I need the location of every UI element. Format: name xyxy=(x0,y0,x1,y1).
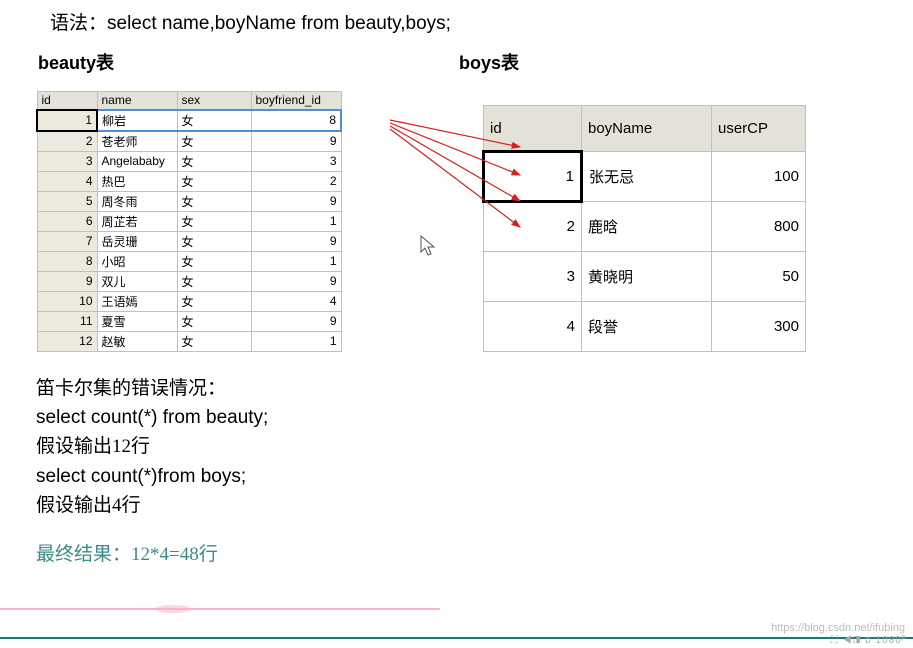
table-row: 5周冬雨女9 xyxy=(37,191,341,211)
table-row: 4热巴女2 xyxy=(37,171,341,191)
col-id: id xyxy=(484,106,582,152)
divider-teal xyxy=(0,637,913,639)
table-row: 8小昭女1 xyxy=(37,251,341,271)
table-row: 4段誉300 xyxy=(484,301,806,351)
col-name: name xyxy=(97,92,177,110)
table-header-row: id name sex boyfriend_id xyxy=(37,92,341,110)
table-row: 3黄晓明50 xyxy=(484,251,806,301)
final-result-line: 最终结果：12*4=48行 xyxy=(36,539,913,566)
col-usercp: userCP xyxy=(712,106,806,152)
col-id: id xyxy=(37,92,97,110)
col-sex: sex xyxy=(177,92,251,110)
table-row: 6周芷若女1 xyxy=(37,211,341,231)
table-row: 1张无忌100 xyxy=(484,152,806,202)
table-row: 11夏雪女9 xyxy=(37,311,341,331)
boys-title: boys表 xyxy=(459,49,519,75)
table-row: 9双儿女9 xyxy=(37,271,341,291)
boys-table: id boyName userCP 1张无忌100 2鹿晗800 3黄晓明50 … xyxy=(482,105,806,352)
syntax-line: 语法：select name,boyName from beauty,boys; xyxy=(50,8,913,35)
cursor-icon xyxy=(420,235,436,262)
table-header-row: id boyName userCP xyxy=(484,106,806,152)
table-row: 2鹿晗800 xyxy=(484,201,806,251)
divider-pink xyxy=(0,608,440,610)
beauty-table: id name sex boyfriend_id 1柳岩女8 2苍老师女9 3A… xyxy=(36,91,342,352)
table-row: 1柳岩女8 xyxy=(37,110,341,131)
table-row: 10王语嫣女4 xyxy=(37,291,341,311)
table-row: 3Angelababy女3 xyxy=(37,151,341,171)
corner-badge: ⛶ ◀◨ ᴅ 1080ᴾ xyxy=(831,635,907,646)
note-line: 假设输出12行 xyxy=(36,432,913,461)
col-boyfriend-id: boyfriend_id xyxy=(251,92,341,110)
note-line: select count(*)from boys; xyxy=(36,462,913,491)
beauty-title: beauty表 xyxy=(38,49,114,75)
table-row: 12赵敏女1 xyxy=(37,331,341,351)
notes-block: 笛卡尔集的错误情况： select count(*) from beauty; … xyxy=(36,374,913,521)
table-row: 2苍老师女9 xyxy=(37,131,341,152)
table-row: 7岳灵珊女9 xyxy=(37,231,341,251)
note-line: select count(*) from beauty; xyxy=(36,403,913,432)
watermark-text: https://blog.csdn.net/ifubing xyxy=(771,622,905,634)
col-boyname: boyName xyxy=(582,106,712,152)
note-line: 笛卡尔集的错误情况： xyxy=(36,374,913,403)
note-line: 假设输出4行 xyxy=(36,491,913,520)
